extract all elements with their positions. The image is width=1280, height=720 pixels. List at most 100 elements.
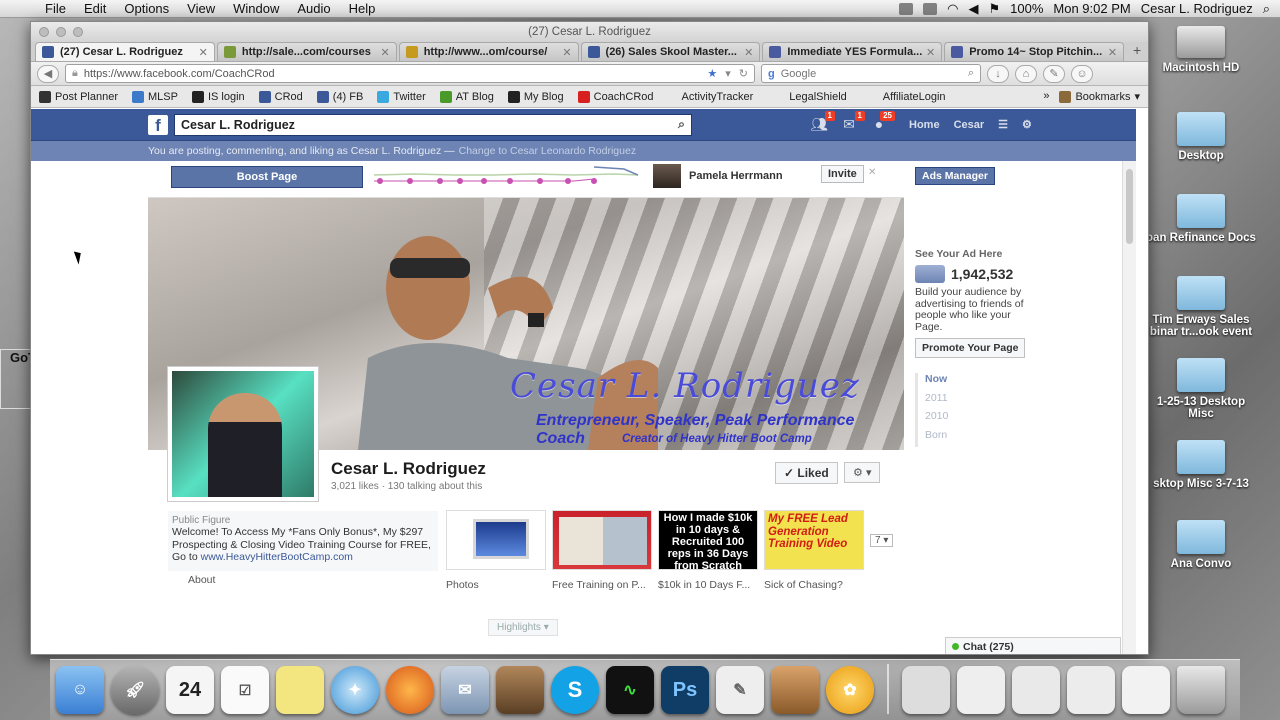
profile-link[interactable]: Cesar xyxy=(954,119,985,131)
home-button[interactable]: ⌂ xyxy=(1015,64,1037,83)
menubar-clock[interactable]: Mon 9:02 PM xyxy=(1053,1,1130,16)
close-tab-icon[interactable]: ✕ xyxy=(744,46,753,59)
close-tab-icon[interactable]: ✕ xyxy=(199,46,208,59)
bookmark-crod[interactable]: CRod xyxy=(258,90,303,103)
back-button[interactable]: ◀ xyxy=(37,64,59,83)
liked-button[interactable]: ✓ Liked xyxy=(775,462,838,484)
search-box[interactable]: g Google ⌕ xyxy=(761,64,981,83)
battery-percent[interactable]: 100% xyxy=(1010,1,1043,16)
app-10k-label[interactable]: $10k in 10 Days F... xyxy=(658,579,758,591)
bookmark-activity-tracker[interactable]: ActivityTracker xyxy=(682,91,754,103)
desktop-icon-desktop-misc[interactable]: 1-25-13 Desktop Misc xyxy=(1146,358,1256,420)
dropdown-arrow-icon[interactable]: ▾ xyxy=(725,67,731,80)
settings-gear-icon[interactable]: ⚙ xyxy=(1022,118,1032,131)
url-bar[interactable]: 🔒︎ https://www.facebook.com/CoachCRod ★ … xyxy=(65,64,755,83)
bookmark-twitter[interactable]: Twitter xyxy=(377,90,426,103)
firefox-icon[interactable] xyxy=(386,666,434,714)
keynote-podium-icon[interactable] xyxy=(771,666,819,714)
close-tab-icon[interactable]: ✕ xyxy=(1108,46,1117,59)
desktop-icon-refinance[interactable]: oan Refinance Docs xyxy=(1146,194,1256,244)
tray-volume-icon[interactable]: ◀ xyxy=(968,1,978,17)
calendar-icon[interactable]: 24 xyxy=(166,666,214,714)
app-free-training-label[interactable]: Free Training on P... xyxy=(552,579,652,591)
app-10k-thumbnail[interactable]: How I made $10k in 10 days & Recruited 1… xyxy=(658,510,758,570)
close-window-button[interactable] xyxy=(39,27,49,37)
bookmark-coachcrod[interactable]: CoachCRod xyxy=(577,90,654,103)
tray-flag-icon[interactable]: ⚑ xyxy=(988,1,1000,17)
ads-manager-button[interactable]: Ads Manager xyxy=(915,167,995,185)
addon-button[interactable]: ✎ xyxy=(1043,64,1065,83)
about-box[interactable]: Public Figure Welcome! To Access My *Fan… xyxy=(168,511,438,571)
messages-icon[interactable]: ✉︎ 1 xyxy=(839,110,865,134)
photoshop-icon[interactable]: Ps xyxy=(661,666,709,714)
bookmark-mlsp[interactable]: MLSP xyxy=(131,90,178,103)
menu-window[interactable]: Window xyxy=(224,1,288,16)
tray-display-icon[interactable] xyxy=(923,2,938,15)
tab-immediate-yes[interactable]: Immediate YES Formula... ✕ xyxy=(762,42,943,61)
trash-icon[interactable] xyxy=(1177,666,1225,714)
suggestion-avatar[interactable] xyxy=(653,164,681,188)
menu-help[interactable]: Help xyxy=(340,1,385,16)
privacy-shortcuts-icon[interactable]: ☰ xyxy=(998,118,1008,131)
menu-options[interactable]: Options xyxy=(115,1,178,16)
new-tab-button[interactable]: + xyxy=(1126,42,1148,61)
desktop-icon-desktop-misc-2[interactable]: sktop Misc 3-7-13 xyxy=(1146,440,1256,490)
timeline-2010[interactable]: 2010 xyxy=(925,410,948,429)
app-sick-of-chasing-thumbnail[interactable]: My FREE Lead Generation Training Video xyxy=(764,510,864,570)
tab-sales-skool[interactable]: (26) Sales Skool Master... ✕ xyxy=(580,42,761,61)
greasemonkey-button[interactable]: ☺ xyxy=(1071,64,1093,83)
document-thumbnail-icon[interactable] xyxy=(957,666,1005,714)
iphoto-icon[interactable] xyxy=(496,666,544,714)
minimize-window-button[interactable] xyxy=(56,27,66,37)
close-tab-icon[interactable]: ✕ xyxy=(380,46,389,59)
desktop-icon-macintosh-hd[interactable]: Macintosh HD xyxy=(1146,26,1256,74)
page-scrollbar[interactable] xyxy=(1122,161,1136,654)
close-tab-icon[interactable]: ✕ xyxy=(926,46,935,59)
safari-compass-icon[interactable]: ✦ xyxy=(331,666,379,714)
timeline-born[interactable]: Born xyxy=(925,429,948,448)
activity-monitor-icon[interactable]: ∿ xyxy=(606,666,654,714)
window-title-bar[interactable]: (27) Cesar L. Rodriguez xyxy=(31,22,1148,42)
close-tab-icon[interactable]: ✕ xyxy=(562,46,571,59)
desktop-icon-ana-convo[interactable]: Ana Convo xyxy=(1146,520,1256,570)
change-identity-link[interactable]: Change to Cesar Leonardo Rodriguez xyxy=(459,145,636,157)
more-apps-dropdown[interactable]: 7 ▾ xyxy=(870,534,894,547)
downloads-button[interactable]: ↓ xyxy=(987,64,1009,83)
home-link[interactable]: Home xyxy=(909,119,940,131)
boost-page-button[interactable]: Boost Page xyxy=(171,166,363,188)
search-magnifier-icon[interactable]: ⌕ xyxy=(968,67,974,80)
finder-icon[interactable]: ☺ xyxy=(56,666,104,714)
plaxo-flower-icon[interactable]: ✿ xyxy=(826,666,874,714)
facebook-search-input[interactable]: Cesar L. Rodriguez ⌕ xyxy=(174,113,692,136)
stickies-icon[interactable] xyxy=(276,666,324,714)
bookmark-post-planner[interactable]: Post Planner xyxy=(39,90,118,103)
bookmark-affiliate-login[interactable]: AffiliateLogin xyxy=(883,91,946,103)
bookmark-at-blog[interactable]: AT Blog xyxy=(439,90,494,103)
mail-stamp-icon[interactable]: ✉︎ xyxy=(441,666,489,714)
dismiss-suggestion-icon[interactable]: ✕ xyxy=(868,167,876,178)
launchpad-icon[interactable]: 🚀︎ xyxy=(111,666,159,714)
menu-file[interactable]: File xyxy=(36,1,75,16)
reload-icon[interactable]: ↻ xyxy=(739,67,748,80)
document-thumbnail-icon[interactable] xyxy=(1012,666,1060,714)
facebook-logo-icon[interactable]: f xyxy=(148,114,168,135)
reminders-icon[interactable]: ☑ xyxy=(221,666,269,714)
textedit-icon[interactable]: ✎ xyxy=(716,666,764,714)
tab-sales-courses[interactable]: http://sale...com/courses ✕ xyxy=(216,42,397,61)
about-link[interactable]: www.HeavyHitterBootCamp.com xyxy=(201,551,353,563)
desktop-icon-desktop[interactable]: Desktop xyxy=(1146,112,1256,162)
suggestion-name[interactable]: Pamela Herrmann xyxy=(689,170,783,182)
document-stack-icon[interactable] xyxy=(902,666,950,714)
bookmarks-menu[interactable]: Bookmarks ▾ xyxy=(1059,90,1140,103)
bookmark-is-login[interactable]: IS login xyxy=(191,90,245,103)
profile-picture[interactable] xyxy=(168,367,318,501)
tab-promo-14[interactable]: Promo 14~ Stop Pitchin... ✕ xyxy=(944,42,1125,61)
skype-icon[interactable]: S xyxy=(551,666,599,714)
menubar-user[interactable]: Cesar L. Rodriguez xyxy=(1141,1,1253,16)
highlights-dropdown[interactable]: Highlights ▾ xyxy=(488,619,558,636)
tray-wifi-icon[interactable]: ◠ xyxy=(947,1,958,17)
app-photos-thumbnail[interactable] xyxy=(446,510,546,570)
document-thumbnail-icon[interactable] xyxy=(1067,666,1115,714)
friend-requests-icon[interactable]: 👥︎ 1 xyxy=(809,110,835,134)
timeline-now[interactable]: Now xyxy=(925,373,948,392)
